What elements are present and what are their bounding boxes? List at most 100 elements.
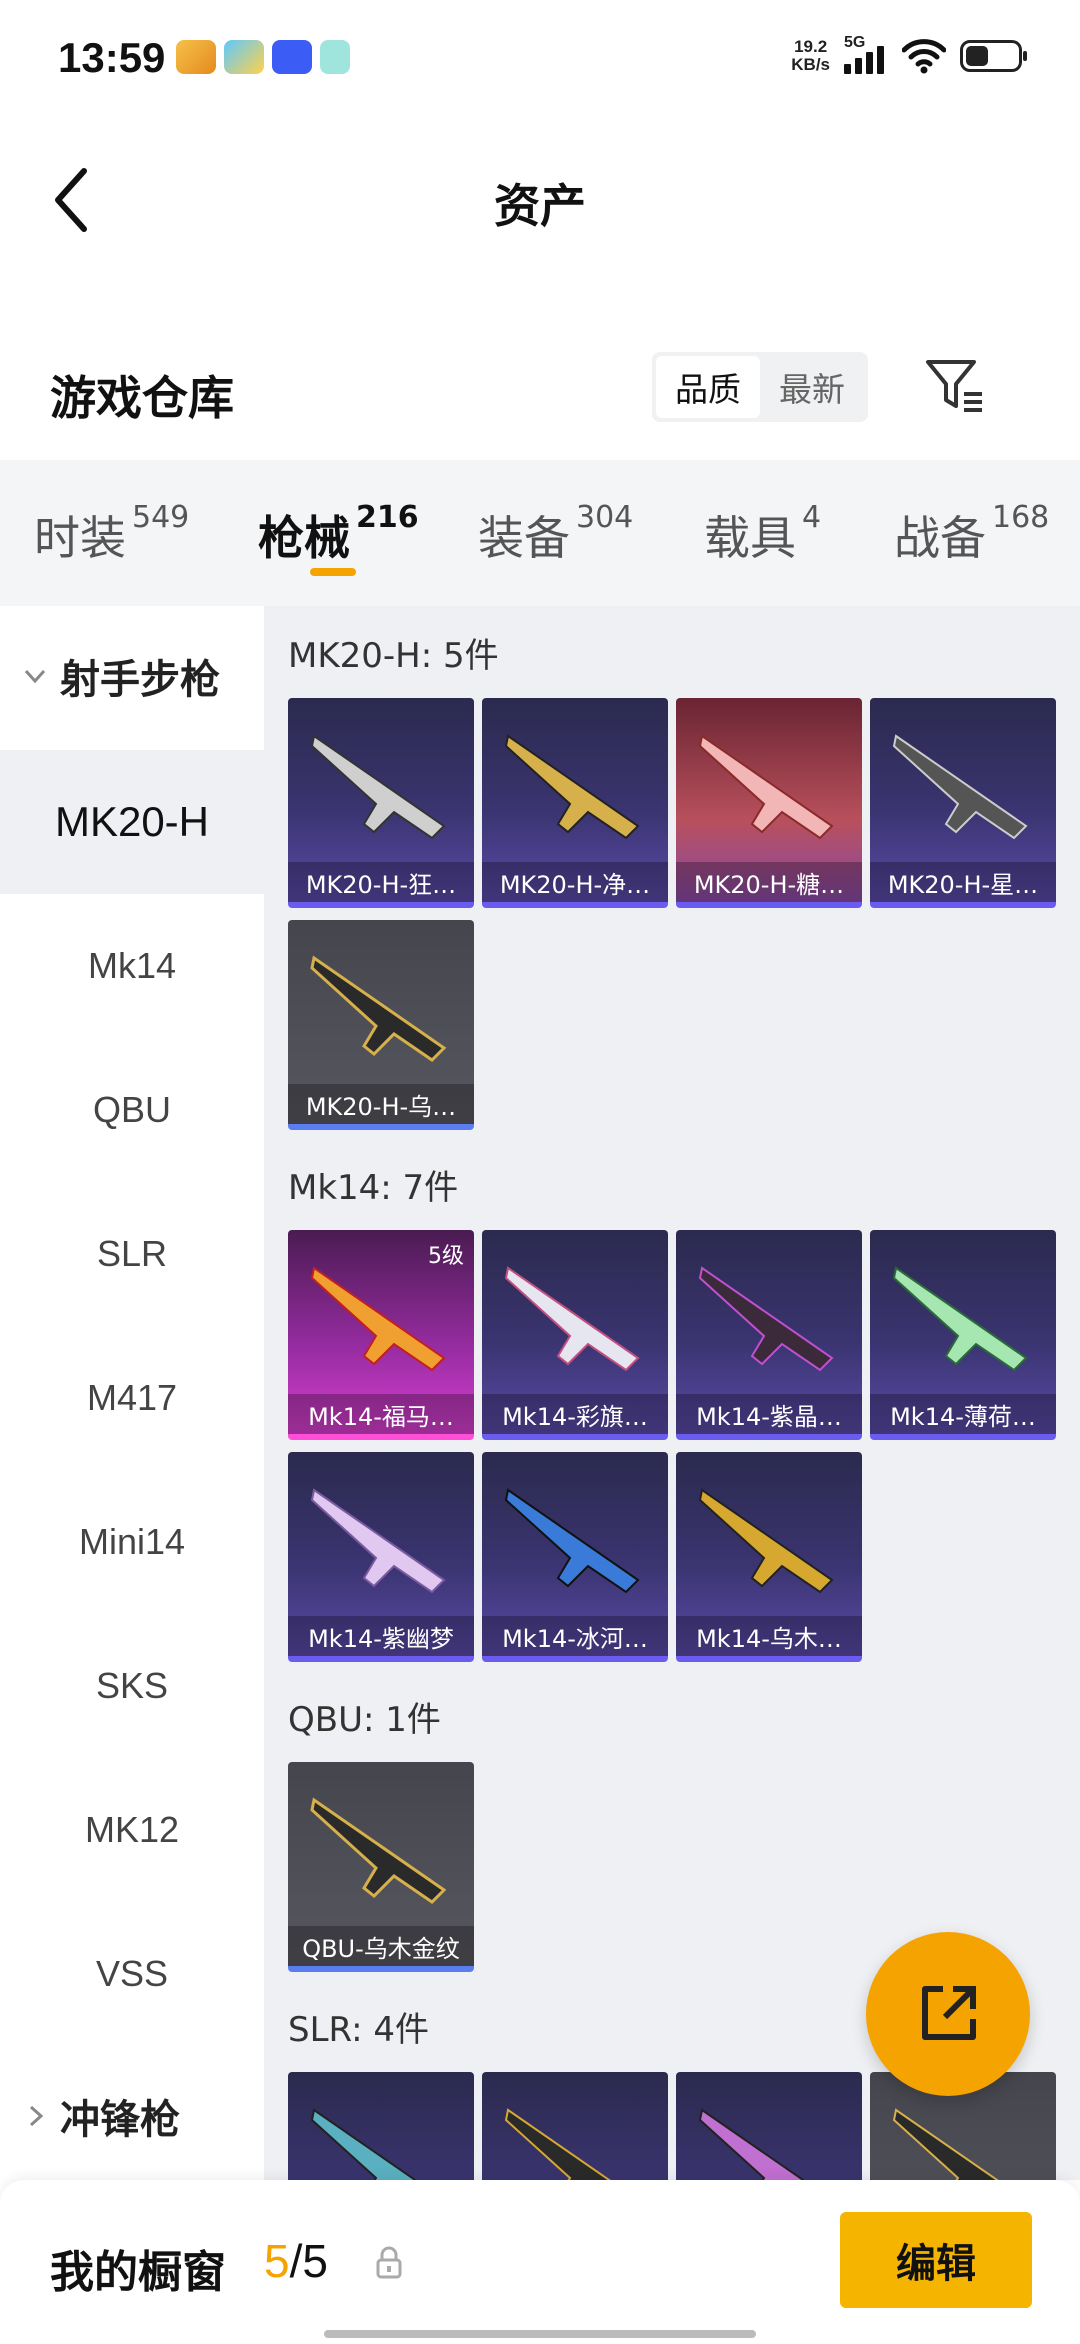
category-tabs: 时装 549 枪械 216 装备 304 载具 4 战备 168: [0, 460, 1080, 606]
tab-supplies[interactable]: 战备 168: [894, 500, 1050, 568]
section-title-mk14: Mk14: 7件: [288, 1168, 459, 1208]
network-speed-value: 19.2: [794, 37, 828, 56]
share-button[interactable]: [866, 1932, 1030, 2096]
status-indicators: 19.2 KB/s 5G: [791, 34, 1027, 74]
status-bar: 13:59 19.2 KB/s 5G: [0, 0, 1080, 120]
filter-button[interactable]: [922, 354, 986, 418]
tab-equipment[interactable]: 装备 304: [478, 500, 634, 568]
warehouse-header: 游戏仓库 品质 最新: [0, 330, 1080, 460]
section-title-qbu: QBU: 1件: [288, 1700, 441, 1740]
weapon-card[interactable]: Mk14-紫晶…: [676, 1230, 862, 1440]
tab-count: 304: [576, 500, 634, 535]
chevron-down-icon: [24, 669, 46, 684]
active-tab-indicator: [310, 568, 356, 576]
weapon-card[interactable]: Mk14-乌木…: [676, 1452, 862, 1662]
status-app-icons: [176, 40, 350, 74]
filter-icon: [926, 360, 982, 412]
weapon-card[interactable]: QBU-乌木金纹: [288, 1762, 474, 1972]
weapon-card[interactable]: [482, 2072, 668, 2180]
battery-icon: [960, 40, 1027, 72]
weapon-name: QBU-乌木金纹: [288, 1926, 474, 1966]
section-title-mk20-h: MK20-H: 5件: [288, 636, 499, 676]
warehouse-title: 游戏仓库: [50, 371, 234, 425]
rifle-icon: [892, 2108, 999, 2180]
weapon-card[interactable]: MK20-H-星…: [870, 698, 1056, 908]
tab-count: 4: [802, 500, 822, 535]
rifle-icon: [310, 1797, 447, 1904]
tab-firearms[interactable]: 枪械 216: [258, 500, 419, 568]
sidebar-group-smg[interactable]: 冲锋枪: [0, 2046, 264, 2186]
weapon-name: Mk14-彩旗…: [482, 1394, 668, 1434]
tab-label: 装备: [478, 511, 570, 565]
showcase-count: 5/5: [264, 2234, 328, 2288]
sidebar-item-m417[interactable]: M417: [0, 1326, 264, 1470]
sidebar-item-slr[interactable]: SLR: [0, 1182, 264, 1326]
section-title-slr: SLR: 4件: [288, 2010, 429, 2050]
rifle-icon: [698, 734, 834, 840]
weapon-card[interactable]: MK20-H-净…: [482, 698, 668, 908]
weapon-name: MK20-H-星…: [870, 862, 1056, 902]
sort-quality-option[interactable]: 品质: [656, 356, 760, 418]
rifle-icon: [504, 1266, 640, 1372]
network-speed: 19.2 KB/s: [791, 38, 830, 74]
app-notification-icon: [224, 40, 264, 74]
level-badge: 5级: [428, 1244, 464, 1269]
app-notification-icon: [320, 40, 350, 74]
tab-count: 168: [992, 500, 1050, 535]
weapon-name: MK20-H-狂…: [288, 862, 474, 902]
sort-toggle: 品质 最新: [652, 352, 868, 422]
tab-count: 216: [356, 500, 419, 535]
weapon-card[interactable]: [676, 2072, 862, 2180]
status-time: 13:59: [58, 34, 166, 81]
weapon-name: Mk14-福马…: [288, 1394, 474, 1434]
weapon-card[interactable]: 5级 Mk14-福马…: [288, 1230, 474, 1440]
weapon-card[interactable]: Mk14-薄荷…: [870, 1230, 1056, 1440]
weapon-card[interactable]: [288, 2072, 474, 2180]
sidebar-group-label: 冲锋枪: [60, 2097, 180, 2143]
rifle-icon: [310, 1488, 446, 1594]
rifle-icon: [698, 1266, 834, 1372]
weapon-card[interactable]: Mk14-彩旗…: [482, 1230, 668, 1440]
weapon-card[interactable]: MK20-H-乌…: [288, 920, 474, 1130]
weapon-card[interactable]: Mk14-紫幽梦: [288, 1452, 474, 1662]
tab-fashion[interactable]: 时装 549: [34, 500, 189, 568]
sidebar-item-qbu[interactable]: QBU: [0, 1038, 264, 1182]
rifle-icon: [504, 2108, 611, 2180]
network-speed-unit: KB/s: [791, 55, 830, 74]
weapon-type-sidebar: 射手步枪 MK20-H Mk14 QBU SLR M417 Mini14 SKS…: [0, 606, 264, 2180]
page-title: 资产: [494, 179, 586, 233]
rifle-icon: [892, 1266, 1028, 1372]
tab-vehicles[interactable]: 载具 4: [704, 500, 822, 568]
app-notification-icon: [176, 40, 216, 74]
weapon-card[interactable]: MK20-H-狂…: [288, 698, 474, 908]
sidebar-group-marksman-rifle[interactable]: 射手步枪: [0, 606, 264, 746]
sidebar-item-mk14[interactable]: Mk14: [0, 894, 264, 1038]
tab-label: 载具: [704, 511, 796, 565]
weapon-name: MK20-H-乌…: [288, 1084, 474, 1124]
sidebar-item-vss[interactable]: VSS: [0, 1902, 264, 2046]
showcase-count-current: 5: [264, 2235, 290, 2287]
sort-newest-option[interactable]: 最新: [760, 356, 864, 418]
showcase-label: 我的橱窗: [50, 2247, 226, 2298]
showcase-count-total: 5: [302, 2235, 328, 2287]
showcase-count-separator: /: [289, 2235, 303, 2287]
sidebar-item-mk12[interactable]: MK12: [0, 1758, 264, 1902]
weapon-name: Mk14-冰河…: [482, 1616, 668, 1656]
wifi-icon: [902, 39, 946, 74]
weapon-name: Mk14-乌木…: [676, 1616, 862, 1656]
top-header: 资产: [0, 120, 1080, 280]
weapon-name: Mk14-薄荷…: [870, 1394, 1056, 1434]
weapon-card[interactable]: MK20-H-糖…: [676, 698, 862, 908]
sidebar-item-mk20-h[interactable]: MK20-H: [0, 750, 264, 894]
sidebar-item-sks[interactable]: SKS: [0, 1614, 264, 1758]
rifle-icon: [310, 2108, 417, 2180]
rifle-icon: [698, 1488, 834, 1594]
tab-label: 时装: [34, 511, 126, 565]
weapon-name: MK20-H-糖…: [676, 862, 862, 902]
rifle-icon: [310, 955, 447, 1062]
weapon-name: Mk14-紫幽梦: [288, 1616, 474, 1656]
weapon-card[interactable]: Mk14-冰河…: [482, 1452, 668, 1662]
rifle-icon: [504, 734, 640, 840]
sidebar-item-mini14[interactable]: Mini14: [0, 1470, 264, 1614]
edit-button[interactable]: 编辑: [840, 2212, 1032, 2308]
